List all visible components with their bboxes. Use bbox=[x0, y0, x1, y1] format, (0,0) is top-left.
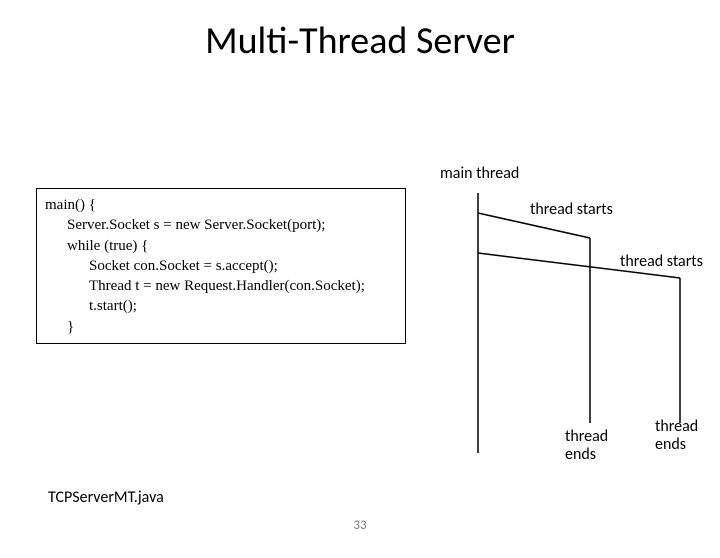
page-number: 33 bbox=[353, 518, 366, 533]
code-line: t.start(); bbox=[45, 296, 397, 316]
code-line: main() { bbox=[45, 195, 397, 215]
code-line: Server.Socket s = new Server.Socket(port… bbox=[45, 215, 397, 235]
code-line: Thread t = new Request.Handler(con.Socke… bbox=[45, 276, 397, 296]
label-thread-starts-2: thread starts bbox=[620, 253, 703, 271]
code-line: while (true) { bbox=[45, 236, 397, 256]
code-block: main() { Server.Socket s = new Server.So… bbox=[36, 188, 406, 344]
label-thread-ends-2: thread ends bbox=[655, 418, 698, 453]
code-line: Socket con.Socket = s.accept(); bbox=[45, 256, 397, 276]
slide-title: Multi-Thread Server bbox=[0, 18, 720, 64]
label-thread-ends-1: thread ends bbox=[565, 428, 608, 463]
code-line: } bbox=[45, 317, 397, 337]
label-thread-starts-1: thread starts bbox=[530, 201, 613, 219]
label-main-thread: main thread bbox=[440, 165, 519, 183]
thread-diagram: main thread thread starts thread starts … bbox=[420, 163, 710, 463]
source-file-label: TCPServerMT.java bbox=[48, 488, 164, 507]
